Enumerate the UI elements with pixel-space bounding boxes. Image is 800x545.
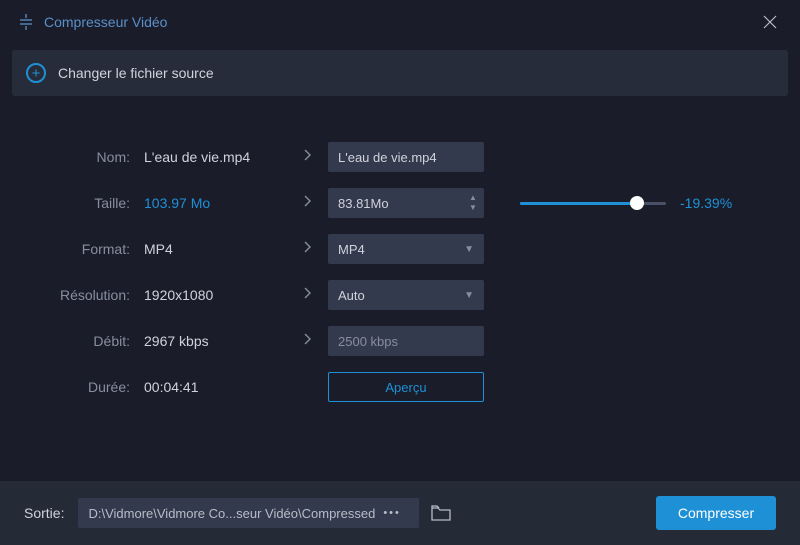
name-input[interactable] [328, 142, 484, 172]
orig-size: 103.97 Mo [140, 195, 288, 211]
resolution-select-value: Auto [338, 288, 365, 303]
orig-resolution: 1920x1080 [140, 287, 288, 303]
row-format: Format: MP4 MP4 ▼ [0, 226, 768, 272]
plus-icon: + [26, 63, 46, 83]
preview-button[interactable]: Aperçu [328, 372, 484, 402]
output-path-field: D:\Vidmore\Vidmore Co...seur Vidéo\Compr… [78, 498, 418, 528]
size-stepper-value: 83.81Mo [328, 188, 462, 218]
chevron-right-icon [288, 240, 328, 258]
chevron-down-icon: ▼ [464, 244, 474, 255]
orig-bitrate: 2967 kbps [140, 333, 288, 349]
row-resolution: Résolution: 1920x1080 Auto ▼ [0, 272, 768, 318]
titlebar: Compresseur Vidéo [0, 0, 800, 44]
row-name: Nom: L'eau de vie.mp4 [0, 134, 768, 180]
format-select-value: MP4 [338, 242, 365, 257]
app-icon [18, 14, 34, 30]
size-slider-wrap: -19.39% [484, 195, 768, 211]
output-label: Sortie: [24, 505, 64, 521]
output-path-text: D:\Vidmore\Vidmore Co...seur Vidéo\Compr… [88, 506, 375, 521]
compression-percent: -19.39% [680, 195, 732, 211]
close-button[interactable] [758, 10, 782, 34]
slider-thumb[interactable] [630, 196, 644, 210]
label-format: Format: [0, 241, 140, 257]
chevron-right-icon [288, 148, 328, 166]
size-stepper[interactable]: 83.81Mo ▲ ▼ [328, 188, 484, 218]
bitrate-value: 2500 kbps [328, 326, 484, 356]
label-bitrate: Débit: [0, 333, 140, 349]
compression-form: Nom: L'eau de vie.mp4 Taille: 103.97 Mo … [0, 102, 800, 410]
label-duration: Durée: [0, 379, 140, 395]
orig-format: MP4 [140, 241, 288, 257]
label-name: Nom: [0, 149, 140, 165]
resolution-select[interactable]: Auto ▼ [328, 280, 484, 310]
row-size: Taille: 103.97 Mo 83.81Mo ▲ ▼ -19.39% [0, 180, 768, 226]
size-slider[interactable] [520, 202, 666, 205]
orig-name: L'eau de vie.mp4 [140, 149, 288, 165]
footer: Sortie: D:\Vidmore\Vidmore Co...seur Vid… [0, 481, 800, 545]
format-select[interactable]: MP4 ▼ [328, 234, 484, 264]
change-source-bar[interactable]: + Changer le fichier source [12, 50, 788, 96]
change-source-label: Changer le fichier source [58, 65, 214, 81]
orig-duration: 00:04:41 [140, 379, 288, 395]
open-folder-button[interactable] [431, 505, 451, 521]
app-title: Compresseur Vidéo [44, 14, 758, 30]
row-duration: Durée: 00:04:41 Aperçu [0, 364, 768, 410]
label-resolution: Résolution: [0, 287, 140, 303]
chevron-right-icon [288, 332, 328, 350]
chevron-down-icon: ▼ [464, 290, 474, 301]
row-bitrate: Débit: 2967 kbps 2500 kbps [0, 318, 768, 364]
stepper-down-icon[interactable]: ▼ [462, 203, 484, 213]
stepper-up-icon[interactable]: ▲ [462, 193, 484, 203]
chevron-right-icon [288, 194, 328, 212]
compress-button[interactable]: Compresser [656, 496, 776, 530]
browse-dots-button[interactable]: ••• [375, 507, 409, 519]
label-size: Taille: [0, 195, 140, 211]
chevron-right-icon [288, 286, 328, 304]
